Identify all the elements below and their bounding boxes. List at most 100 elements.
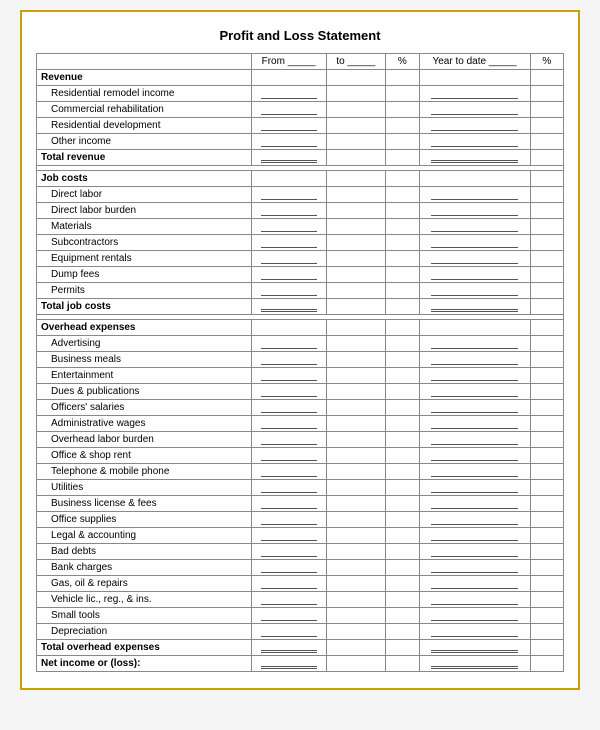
header-pct1: %	[386, 54, 419, 70]
to-value	[326, 283, 386, 299]
item-label: Business license & fees	[37, 496, 252, 512]
to-value	[326, 134, 386, 150]
total-ytd	[419, 640, 530, 656]
pct2-value	[530, 608, 563, 624]
total-from	[251, 150, 326, 166]
total-from	[251, 640, 326, 656]
ytd-value	[419, 592, 530, 608]
pct1-value	[386, 352, 419, 368]
pct2-value	[530, 203, 563, 219]
empty-cell	[419, 171, 530, 187]
table-row: Residential remodel income	[37, 86, 564, 102]
header-label	[37, 54, 252, 70]
pct1-value	[386, 118, 419, 134]
from-value	[251, 384, 326, 400]
empty-cell	[530, 70, 563, 86]
table-row: Overhead labor burden	[37, 432, 564, 448]
from-value	[251, 118, 326, 134]
item-label: Gas, oil & repairs	[37, 576, 252, 592]
from-value	[251, 592, 326, 608]
item-label: Bad debts	[37, 544, 252, 560]
item-label: Overhead labor burden	[37, 432, 252, 448]
item-label: Administrative wages	[37, 416, 252, 432]
ytd-value	[419, 368, 530, 384]
item-label: Commercial rehabilitation	[37, 102, 252, 118]
pct2-value	[530, 496, 563, 512]
from-value	[251, 102, 326, 118]
header-from: From _____	[251, 54, 326, 70]
empty-cell	[326, 320, 386, 336]
pct1-value	[386, 512, 419, 528]
pct1-value	[386, 102, 419, 118]
pct1-value	[386, 448, 419, 464]
table-row: Materials	[37, 219, 564, 235]
ytd-value	[419, 118, 530, 134]
from-value	[251, 368, 326, 384]
ytd-value	[419, 544, 530, 560]
pct1-value	[386, 187, 419, 203]
table-row: Dues & publications	[37, 384, 564, 400]
pct1-value	[386, 336, 419, 352]
pct2-value	[530, 187, 563, 203]
pct1-value	[386, 400, 419, 416]
pct2-value	[530, 134, 563, 150]
to-value	[326, 560, 386, 576]
to-value	[326, 544, 386, 560]
to-value	[326, 400, 386, 416]
ytd-value	[419, 235, 530, 251]
to-value	[326, 203, 386, 219]
to-value	[326, 576, 386, 592]
header-to: to _____	[326, 54, 386, 70]
table-row: Bad debts	[37, 544, 564, 560]
page: Profit and Loss Statement From _____ to …	[20, 10, 580, 690]
pct1-value	[386, 624, 419, 640]
to-value	[326, 416, 386, 432]
total-to	[326, 640, 386, 656]
table-row: Revenue	[37, 70, 564, 86]
pct1-value	[386, 86, 419, 102]
ytd-value	[419, 336, 530, 352]
table-row: Small tools	[37, 608, 564, 624]
table-row: Officers' salaries	[37, 400, 564, 416]
total-from	[251, 299, 326, 315]
to-value	[326, 187, 386, 203]
item-label: Officers' salaries	[37, 400, 252, 416]
total-pct1	[386, 299, 419, 315]
pct1-value	[386, 416, 419, 432]
table-row: Telephone & mobile phone	[37, 464, 564, 480]
pct2-value	[530, 512, 563, 528]
pct2-value	[530, 384, 563, 400]
empty-cell	[326, 171, 386, 187]
item-label: Dues & publications	[37, 384, 252, 400]
table-row: Other income	[37, 134, 564, 150]
from-value	[251, 448, 326, 464]
pct2-value	[530, 368, 563, 384]
pct2-value	[530, 592, 563, 608]
item-label: Office supplies	[37, 512, 252, 528]
item-label: Vehicle lic., reg., & ins.	[37, 592, 252, 608]
pct1-value	[386, 251, 419, 267]
from-value	[251, 608, 326, 624]
to-value	[326, 592, 386, 608]
pct2-value	[530, 283, 563, 299]
item-label: Direct labor burden	[37, 203, 252, 219]
pct1-value	[386, 576, 419, 592]
table-row: Direct labor burden	[37, 203, 564, 219]
pct1-value	[386, 608, 419, 624]
from-value	[251, 528, 326, 544]
ytd-value	[419, 576, 530, 592]
to-value	[326, 102, 386, 118]
table-row: Depreciation	[37, 624, 564, 640]
pct2-value	[530, 624, 563, 640]
table-row: Office & shop rent	[37, 448, 564, 464]
table-row: Legal & accounting	[37, 528, 564, 544]
item-label: Residential development	[37, 118, 252, 134]
table-header-row: From _____ to _____ % Year to date _____…	[37, 54, 564, 70]
total-label: Total revenue	[37, 150, 252, 166]
pct1-value	[386, 267, 419, 283]
item-label: Utilities	[37, 480, 252, 496]
table-row: Net income or (loss):	[37, 656, 564, 672]
from-value	[251, 512, 326, 528]
item-label: Equipment rentals	[37, 251, 252, 267]
page-title: Profit and Loss Statement	[36, 28, 564, 43]
